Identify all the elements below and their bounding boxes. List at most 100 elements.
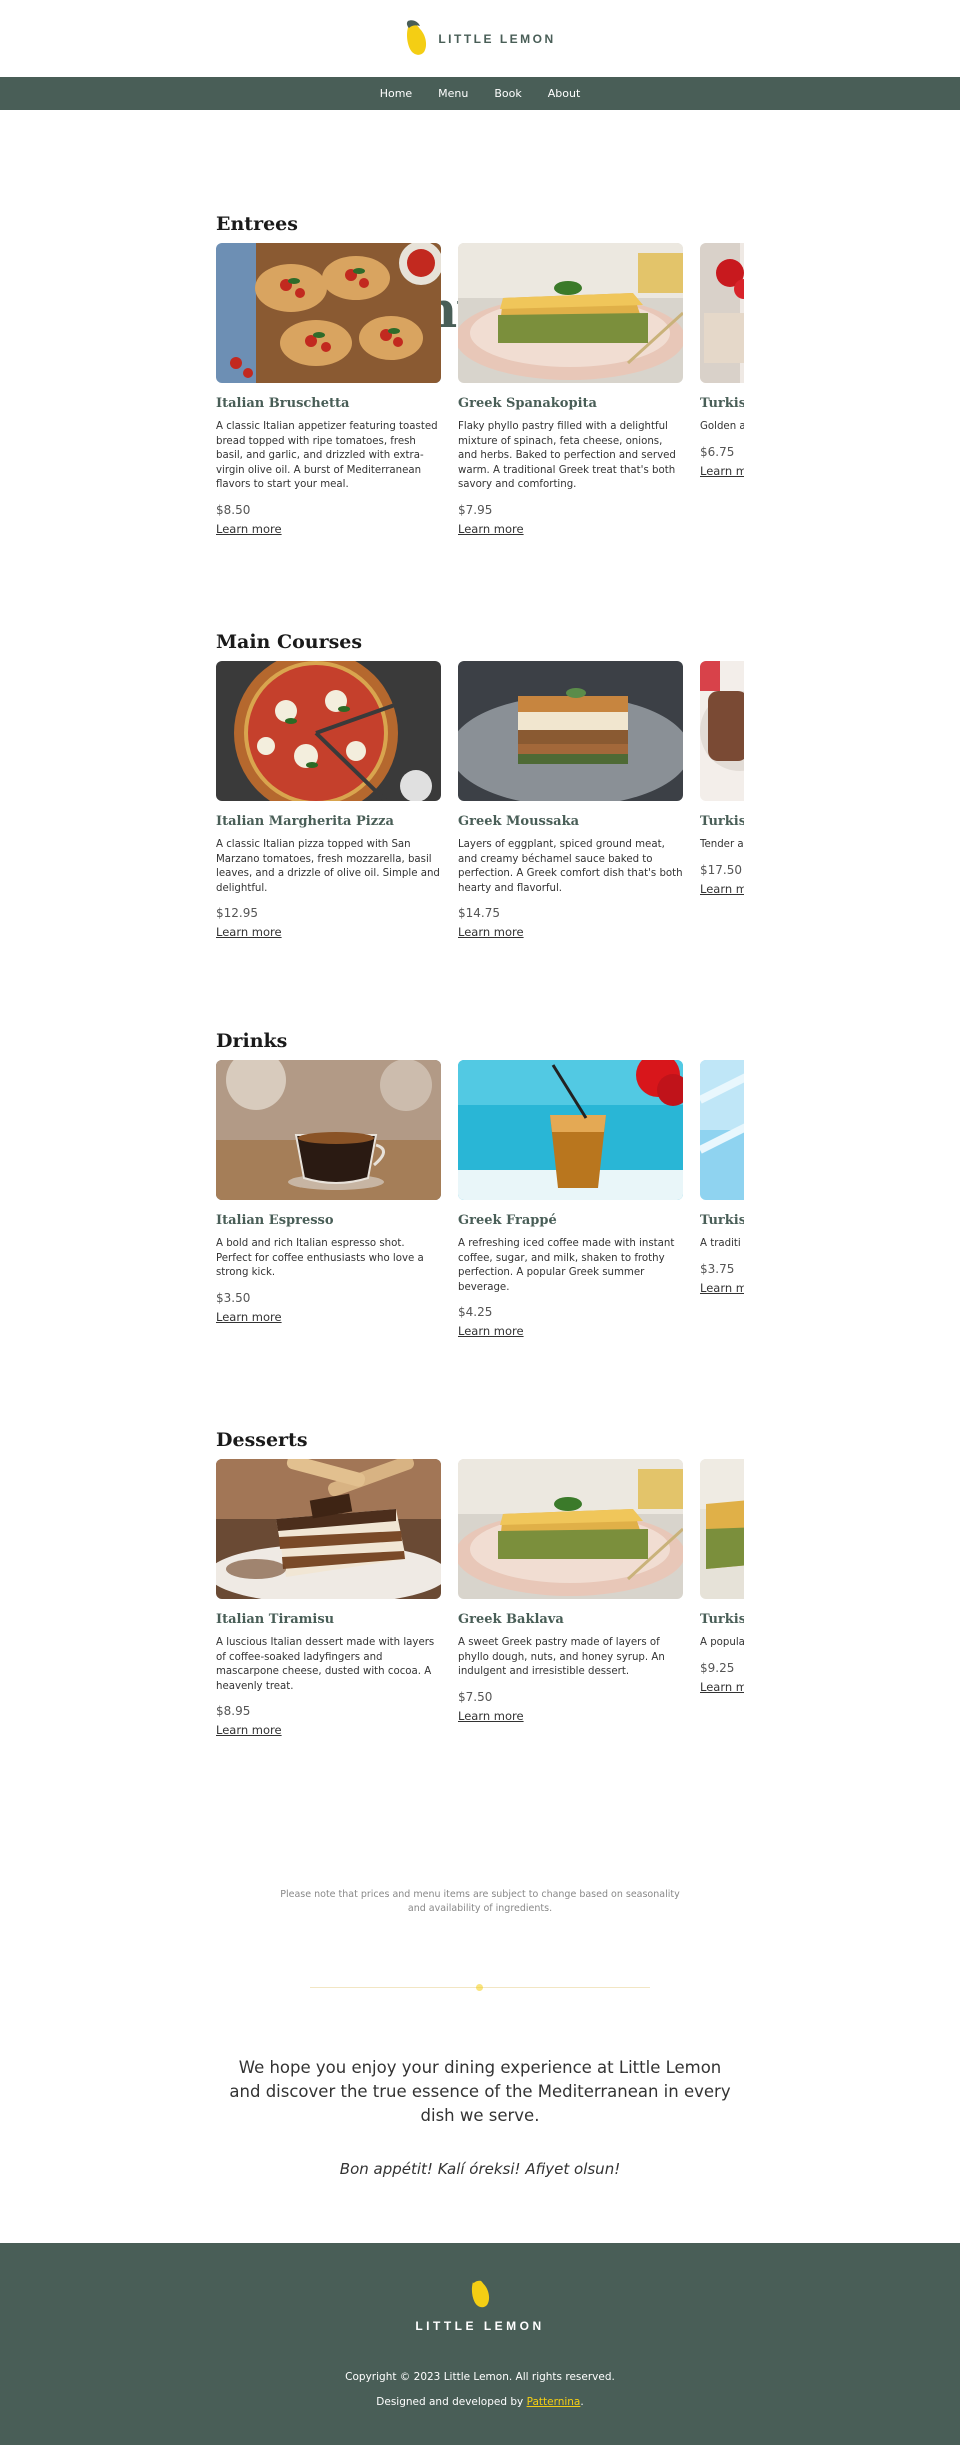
learn-more-link[interactable]: Learn more bbox=[458, 1709, 524, 1723]
dish-photo bbox=[458, 1060, 683, 1200]
footer-credit: Designed and developed by Patternina. bbox=[0, 2396, 960, 2408]
nav-home[interactable]: Home bbox=[367, 87, 425, 100]
menu-section-desserts: Desserts Italian Tiramisu A luscious Ital… bbox=[216, 1429, 744, 1789]
site-footer: LITTLE LEMON Copyright © 2023 Little Lem… bbox=[0, 2243, 960, 2445]
card-carousel[interactable]: Italian Bruschetta A classic Italian appe… bbox=[216, 243, 744, 573]
learn-more-link[interactable]: Learn more bbox=[216, 925, 282, 939]
dish-photo bbox=[458, 243, 683, 383]
dish-name: Italian Margherita Pizza bbox=[216, 814, 394, 829]
dish-name: Turkish bbox=[700, 1213, 744, 1228]
card-carousel[interactable]: Italian Margherita Pizza A classic Italia… bbox=[216, 661, 744, 991]
menu-card[interactable]: Greek Frappé A refreshing iced coffee mad… bbox=[458, 1060, 683, 1339]
dish-name: Greek Spanakopita bbox=[458, 396, 597, 411]
learn-more-link[interactable]: Learn m bbox=[700, 1281, 744, 1295]
dish-price: $3.50 bbox=[216, 1290, 251, 1305]
dish-image bbox=[216, 243, 441, 383]
dish-photo bbox=[700, 1060, 744, 1200]
dish-price: $8.95 bbox=[216, 1704, 251, 1718]
dish-name: Greek Moussaka bbox=[458, 814, 580, 829]
dish-description: A bold and rich Italian espresso shot. P… bbox=[216, 1238, 424, 1278]
learn-more-link[interactable]: Learn more bbox=[216, 522, 282, 536]
learn-more-link[interactable]: Learn more bbox=[216, 1723, 282, 1737]
dish-price: $9.25 bbox=[700, 1660, 735, 1675]
dish-image bbox=[458, 1459, 683, 1599]
dish-image bbox=[700, 661, 744, 801]
dish-description: A traditi with yog cool and bbox=[700, 1238, 744, 1249]
menu-card[interactable]: Turkish A popula shredded syrup. Se crush… bbox=[700, 1459, 744, 1695]
menu-section-main-courses: Main Courses Italian Margherita Pizza A c… bbox=[216, 631, 744, 991]
dish-image bbox=[458, 243, 683, 383]
dish-description: A popula shredded syrup. Se crushed bbox=[700, 1637, 744, 1648]
dish-price: $4.25 bbox=[458, 1305, 493, 1319]
section-title: Entrees bbox=[216, 213, 298, 235]
menu-card[interactable]: Turkish Golden a filled wit parsley. S Tu… bbox=[700, 243, 744, 479]
closing-message: We hope you enjoy your dining experience… bbox=[229, 2058, 731, 2125]
menu-card[interactable]: Italian Margherita Pizza A classic Italia… bbox=[216, 661, 441, 940]
dish-description: A classic Italian pizza topped with San … bbox=[216, 839, 440, 894]
learn-more-link[interactable]: Learn more bbox=[458, 925, 524, 939]
learn-more-link[interactable]: Learn more bbox=[458, 1324, 524, 1338]
divider-dot bbox=[476, 1984, 483, 1991]
learn-more-link[interactable]: Learn more bbox=[216, 1310, 282, 1324]
learn-more-link[interactable]: Learn m bbox=[700, 1680, 744, 1694]
menu-card[interactable]: Turkish Tender a marinate with fluff Turk… bbox=[700, 661, 744, 897]
dish-description: Golden a filled wit parsley. S Turkish c bbox=[700, 421, 744, 432]
dish-price: $8.50 bbox=[216, 502, 251, 517]
dish-description: Tender a marinate with fluff Turkish c bbox=[700, 839, 744, 850]
dish-price: $7.50 bbox=[458, 1689, 493, 1704]
dish-image bbox=[458, 1060, 683, 1200]
brand-name: LITTLE LEMON bbox=[438, 31, 556, 46]
footer-credit-link[interactable]: Patternina bbox=[527, 2396, 581, 2408]
menu-card[interactable]: Turkish A traditi with yog cool and $3.75 L… bbox=[700, 1060, 744, 1296]
nav-about[interactable]: About bbox=[535, 87, 594, 100]
signoff: Bon appétit! Kalí óreksi! Afiyet olsun! bbox=[339, 2160, 621, 2178]
dish-photo bbox=[216, 1459, 441, 1599]
dish-photo bbox=[458, 1459, 683, 1599]
lemon-logo-icon bbox=[407, 19, 427, 55]
dish-photo bbox=[216, 1060, 441, 1200]
menu-card[interactable]: Italian Espresso A bold and rich Italian … bbox=[216, 1060, 441, 1325]
dish-price: $6.75 bbox=[700, 444, 735, 459]
dish-price: $12.95 bbox=[216, 906, 258, 920]
menu-section-entrees: Entrees Italian Bruschetta A classic Ital… bbox=[216, 213, 744, 573]
menu-card[interactable]: Italian Bruschetta A classic Italian appe… bbox=[216, 243, 441, 537]
dish-image bbox=[700, 243, 744, 383]
logo[interactable]: LITTLE LEMON bbox=[404, 19, 555, 59]
menu-card[interactable]: Greek Moussaka Layers of eggplant, spiced… bbox=[458, 661, 683, 940]
dish-name: Turkish bbox=[700, 1612, 744, 1627]
nav-menu[interactable]: Menu bbox=[425, 87, 481, 100]
dish-description: Layers of eggplant, spiced ground meat, … bbox=[458, 839, 683, 894]
dish-price: $7.95 bbox=[458, 502, 493, 517]
dish-description: A refreshing iced coffee made with insta… bbox=[458, 1238, 675, 1293]
learn-more-link[interactable]: Learn m bbox=[700, 882, 744, 896]
nav-book[interactable]: Book bbox=[481, 87, 534, 100]
section-title: Main Courses bbox=[216, 631, 363, 653]
footer-credit-suffix: . bbox=[580, 2396, 584, 2408]
dish-photo bbox=[216, 661, 441, 801]
dish-photo bbox=[700, 1459, 744, 1599]
footer-credit-prefix: Designed and developed by bbox=[376, 2396, 527, 2408]
dish-image bbox=[700, 1459, 744, 1599]
dish-photo bbox=[216, 243, 441, 383]
menu-card[interactable]: Greek Spanakopita Flaky phyllo pastry fil… bbox=[458, 243, 683, 537]
dish-name: Greek Frappé bbox=[458, 1213, 557, 1228]
menu-card[interactable]: Greek Baklava A sweet Greek pastry made o… bbox=[458, 1459, 683, 1724]
card-carousel[interactable]: Italian Espresso A bold and rich Italian … bbox=[216, 1060, 744, 1390]
learn-more-link[interactable]: Learn more bbox=[458, 522, 524, 536]
lemon-logo-icon bbox=[471, 2276, 490, 2308]
dish-image bbox=[216, 661, 441, 801]
section-title: Desserts bbox=[216, 1429, 308, 1451]
footer-logo[interactable]: LITTLE LEMON bbox=[0, 2275, 960, 2333]
dish-name: Italian Bruschetta bbox=[216, 396, 350, 411]
main-nav: Home Menu Book About bbox=[0, 77, 960, 110]
dish-price: $14.75 bbox=[458, 906, 500, 920]
dish-description: Flaky phyllo pastry filled with a deligh… bbox=[458, 421, 676, 490]
dish-description: A classic Italian appetizer featuring to… bbox=[216, 421, 438, 490]
learn-more-link[interactable]: Learn m bbox=[700, 464, 744, 478]
menu-card[interactable]: Italian Tiramisu A luscious Italian desse… bbox=[216, 1459, 441, 1738]
dish-image bbox=[700, 1060, 744, 1200]
footer-copyright: Copyright © 2023 Little Lemon. All right… bbox=[345, 2371, 615, 2383]
dish-price: $17.50 bbox=[700, 862, 742, 877]
dish-name: Greek Baklava bbox=[458, 1612, 564, 1627]
card-carousel[interactable]: Italian Tiramisu A luscious Italian desse… bbox=[216, 1459, 744, 1789]
